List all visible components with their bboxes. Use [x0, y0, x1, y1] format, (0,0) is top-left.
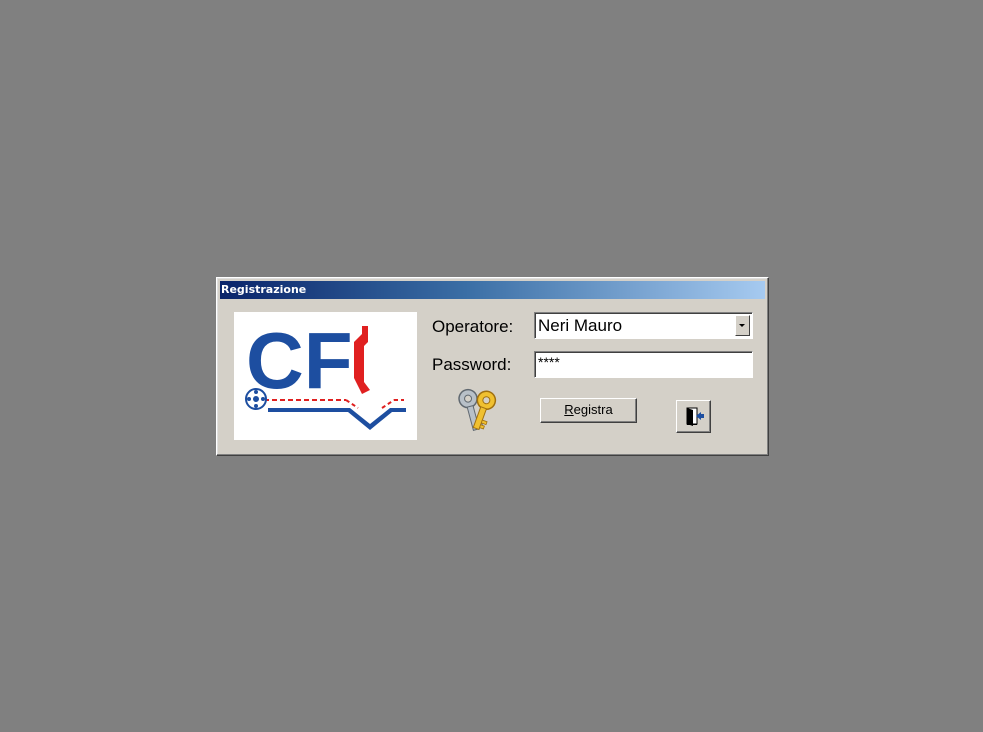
login-dialog: Registrazione CF Operatore: Neri Mauro P… — [216, 277, 769, 456]
operator-selected-value: Neri Mauro — [538, 316, 623, 335]
operator-label: Operatore: — [432, 317, 514, 336]
exit-door-icon — [686, 407, 704, 426]
chevron-down-icon[interactable] — [735, 315, 750, 336]
registra-accelerator: R — [564, 402, 574, 417]
dialog-titlebar[interactable]: Registrazione — [220, 281, 765, 299]
operator-select[interactable]: Neri Mauro — [534, 312, 753, 339]
password-input[interactable]: **** — [534, 351, 753, 378]
password-value: **** — [538, 354, 560, 370]
exit-button[interactable] — [676, 400, 711, 433]
dialog-title: Registrazione — [221, 283, 307, 296]
cf-logo-icon: CF — [245, 316, 406, 430]
registra-button[interactable]: Registra — [540, 398, 637, 423]
keys-icon — [455, 386, 501, 436]
company-logo: CF — [234, 312, 417, 440]
password-label: Password: — [432, 355, 512, 374]
registra-label-rest: egistra — [573, 402, 613, 417]
